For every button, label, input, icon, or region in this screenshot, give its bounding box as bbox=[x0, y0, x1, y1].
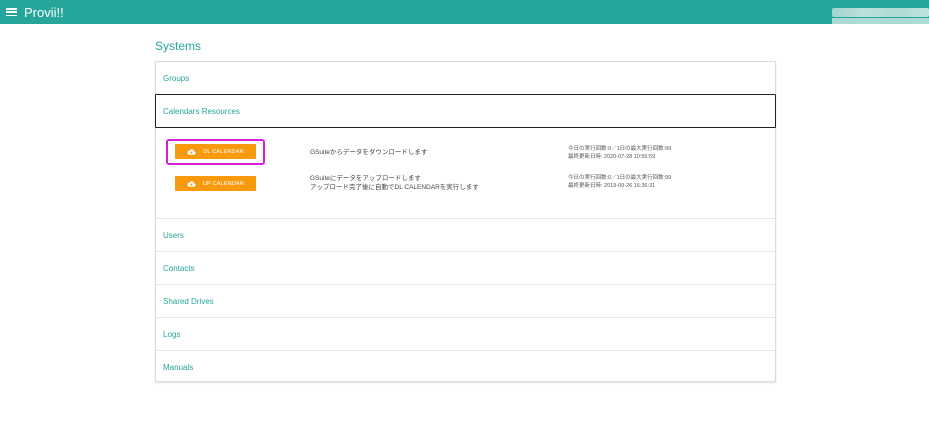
app-header: Provii!! bbox=[0, 0, 929, 24]
up-description-line1: GSuiteにデータをアップロードします bbox=[310, 175, 421, 182]
up-info-line1: 今日の実行回数:0／1日の最大実行回数:99 bbox=[568, 175, 672, 181]
systems-panel: Groups Calendars Resources DL CALENDAR G… bbox=[155, 61, 776, 382]
dl-calendar-button[interactable]: DL CALENDAR bbox=[175, 144, 256, 159]
app-title[interactable]: Provii!! bbox=[24, 5, 64, 20]
up-calendar-button[interactable]: UP CALENDAR bbox=[175, 176, 256, 191]
dl-calendar-label: DL CALENDAR bbox=[203, 148, 244, 155]
dl-calendar-description: GSuiteからデータをダウンロードします bbox=[310, 148, 427, 157]
cloud-upload-icon bbox=[187, 180, 196, 187]
section-calendars-resources[interactable]: Calendars Resources bbox=[155, 94, 776, 128]
dl-calendar-info: 今日の実行回数:0／1日の最大実行回数:99 最終更新日時: 2020-07-2… bbox=[568, 145, 671, 161]
section-users[interactable]: Users bbox=[156, 219, 775, 252]
page-title: Systems bbox=[155, 39, 202, 53]
section-contacts[interactable]: Contacts bbox=[156, 252, 775, 285]
dl-description-line1: GSuiteからデータをダウンロードします bbox=[310, 149, 428, 156]
section-manuals[interactable]: Manuals bbox=[156, 351, 775, 384]
user-account-blurred-shadow bbox=[832, 18, 929, 24]
up-info-line2: 最終更新日時: 2019-09-26 16:36:31 bbox=[568, 183, 656, 189]
calendars-resources-content: DL CALENDAR GSuiteからデータをダウンロードします 今日の実行回… bbox=[156, 128, 775, 219]
dl-info-line2: 最終更新日時: 2020-07-28 10:55:59 bbox=[568, 154, 656, 160]
hamburger-menu-icon[interactable] bbox=[6, 8, 17, 16]
up-description-line2: アップロード完了後に自動でDL CALENDARを実行します bbox=[310, 184, 479, 191]
up-calendar-label: UP CALENDAR bbox=[202, 180, 245, 187]
up-calendar-description: GSuiteにデータをアップロードします アップロード完了後に自動でDL CAL… bbox=[310, 174, 479, 192]
dl-info-line1: 今日の実行回数:0／1日の最大実行回数:99 bbox=[568, 146, 672, 152]
user-account-blurred[interactable] bbox=[832, 8, 929, 17]
section-groups[interactable]: Groups bbox=[156, 62, 775, 95]
section-logs[interactable]: Logs bbox=[156, 318, 775, 351]
cloud-upload-icon bbox=[187, 148, 196, 155]
up-calendar-info: 今日の実行回数:0／1日の最大実行回数:99 最終更新日時: 2019-09-2… bbox=[568, 174, 671, 190]
section-shared-drives[interactable]: Shared Drives bbox=[156, 285, 775, 318]
